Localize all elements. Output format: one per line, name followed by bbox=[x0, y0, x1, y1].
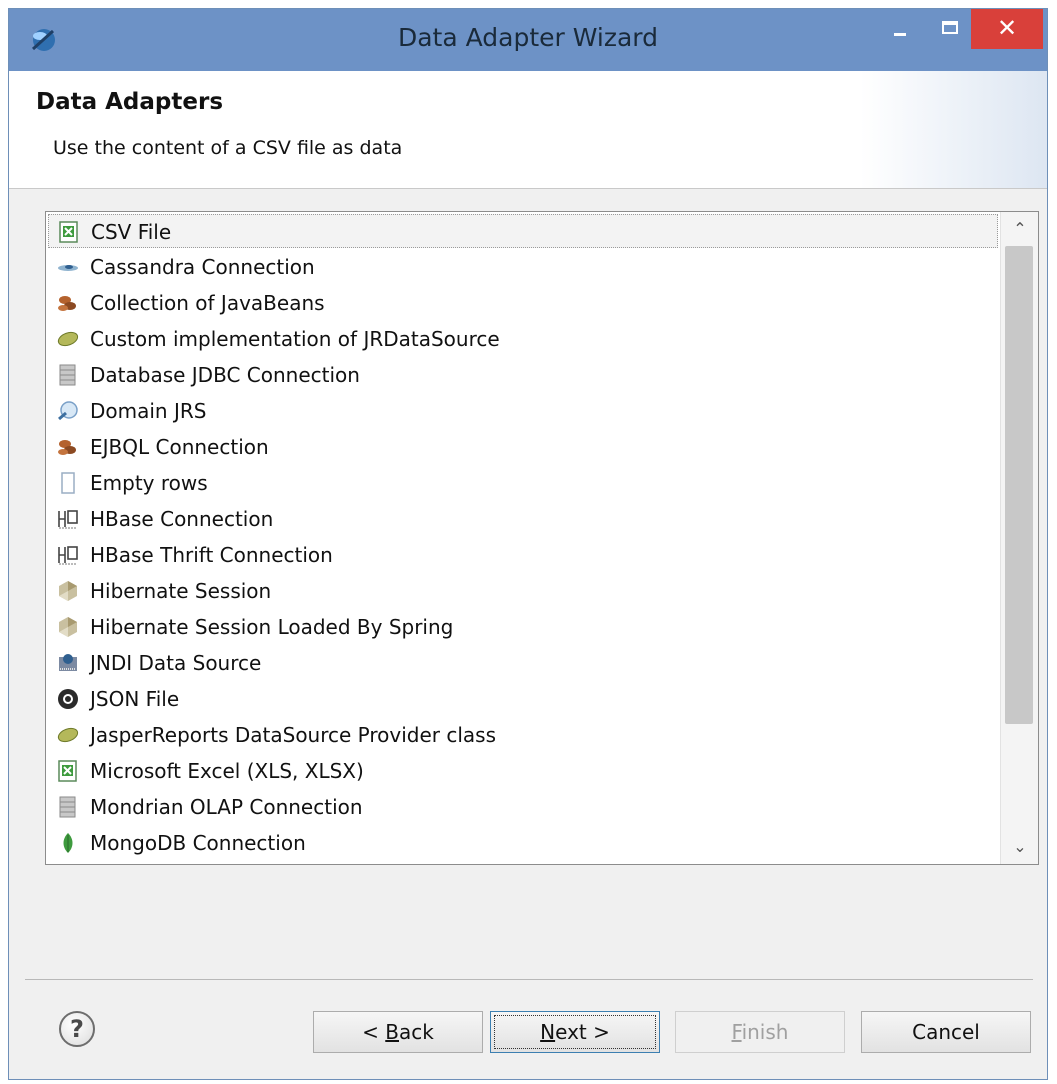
wizard-window: Data Adapter Wizard ✕ Data Adapters Use … bbox=[8, 8, 1048, 1080]
maximize-button[interactable] bbox=[925, 9, 975, 49]
page-description: Use the content of a CSV file as data bbox=[53, 137, 403, 159]
minimize-icon bbox=[894, 33, 906, 36]
adapter-item-label: CSV File bbox=[91, 220, 172, 244]
hbase-icon bbox=[58, 546, 78, 565]
vertical-scrollbar[interactable]: ⌃ ⌄ bbox=[1000, 212, 1038, 864]
adapter-item-label: Collection of JavaBeans bbox=[90, 291, 325, 315]
database-icon bbox=[59, 364, 76, 386]
scroll-thumb[interactable] bbox=[1005, 246, 1033, 724]
bean-icon bbox=[57, 331, 79, 347]
adapter-list-items: CSV File Cassandra Connection Collection o… bbox=[46, 212, 1000, 864]
maximize-icon bbox=[942, 21, 958, 34]
adapter-item[interactable]: JasperReports DataSource Provider class bbox=[48, 718, 998, 752]
adapter-list[interactable]: CSV File Cassandra Connection Collection o… bbox=[45, 211, 1039, 865]
adapter-item-label: JasperReports DataSource Provider class bbox=[90, 723, 497, 747]
adapter-item-label: JNDI Data Source bbox=[90, 651, 262, 675]
adapter-item-label: Cassandra Connection bbox=[90, 255, 315, 279]
adapter-item[interactable]: Microsoft Excel (XLS, XLSX) bbox=[48, 754, 998, 788]
spreadsheet-icon bbox=[59, 221, 78, 243]
next-mnemonic: N bbox=[540, 1020, 556, 1044]
cancel-button[interactable]: Cancel bbox=[861, 1011, 1031, 1053]
cassandra-eye-icon bbox=[58, 265, 78, 271]
next-button[interactable]: Next > bbox=[490, 1011, 660, 1053]
adapter-item-label: Database JDBC Connection bbox=[90, 363, 360, 387]
adapter-item[interactable]: HBase Thrift Connection bbox=[48, 538, 998, 572]
adapter-item[interactable]: Empty rows bbox=[48, 466, 998, 500]
finish-mnemonic: F bbox=[731, 1020, 742, 1044]
adapter-item[interactable]: Collection of JavaBeans bbox=[48, 286, 998, 320]
help-button[interactable]: ? bbox=[59, 1011, 95, 1047]
close-icon: ✕ bbox=[996, 14, 1018, 42]
adapter-item[interactable]: JNDI Data Source bbox=[48, 646, 998, 680]
adapter-item-label: Custom implementation of JRDataSource bbox=[90, 327, 500, 351]
hbase-icon bbox=[58, 510, 78, 529]
bean-icon bbox=[57, 727, 79, 743]
adapter-item[interactable]: JSON File bbox=[48, 682, 998, 716]
back-prefix: < bbox=[362, 1020, 386, 1044]
back-button[interactable]: < Back bbox=[313, 1011, 483, 1053]
adapter-item[interactable]: EJBQL Connection bbox=[48, 430, 998, 464]
mongodb-leaf-icon bbox=[63, 833, 73, 853]
empty-rows-icon bbox=[61, 472, 75, 494]
adapter-item[interactable]: Hibernate Session bbox=[48, 574, 998, 608]
adapter-item[interactable]: HBase Connection bbox=[48, 502, 998, 536]
adapter-item-label: MongoDB Connection bbox=[90, 831, 306, 855]
minimize-button[interactable] bbox=[875, 9, 925, 49]
adapter-item[interactable]: Mondrian OLAP Connection bbox=[48, 790, 998, 824]
hibernate-icon bbox=[59, 581, 77, 601]
adapter-item-label: Hibernate Session bbox=[90, 579, 272, 603]
scroll-down-button[interactable]: ⌄ bbox=[1001, 830, 1039, 864]
adapter-item-label: Mondrian OLAP Connection bbox=[90, 795, 363, 819]
spreadsheet-icon bbox=[58, 760, 77, 782]
hibernate-icon bbox=[59, 617, 77, 637]
finish-label-rest: inish bbox=[741, 1020, 789, 1044]
adapter-item[interactable]: Domain JRS bbox=[48, 394, 998, 428]
json-icon bbox=[58, 689, 78, 709]
scroll-up-button[interactable]: ⌃ bbox=[1001, 212, 1039, 246]
adapter-item-label: Hibernate Session Loaded By Spring bbox=[90, 615, 454, 639]
adapter-item[interactable]: Custom implementation of JRDataSource bbox=[48, 322, 998, 356]
adapter-item-label: Empty rows bbox=[90, 471, 208, 495]
adapter-item[interactable]: CSV File bbox=[48, 214, 998, 248]
database-icon bbox=[59, 796, 76, 818]
adapter-item[interactable]: Hibernate Session Loaded By Spring bbox=[48, 610, 998, 644]
jndi-icon bbox=[59, 654, 77, 671]
adapter-item-label: JSON File bbox=[90, 687, 180, 711]
close-button[interactable]: ✕ bbox=[971, 9, 1043, 49]
adapter-item[interactable]: Database JDBC Connection bbox=[48, 358, 998, 392]
adapter-item-label: EJBQL Connection bbox=[90, 435, 269, 459]
beans-icon bbox=[58, 440, 76, 455]
back-mnemonic: B bbox=[385, 1020, 399, 1044]
beans-icon bbox=[58, 296, 76, 311]
adapter-item-label: Domain JRS bbox=[90, 399, 207, 423]
back-label-rest: ack bbox=[399, 1020, 434, 1044]
adapter-item[interactable]: Cassandra Connection bbox=[48, 250, 998, 284]
wizard-header: Data Adapters Use the content of a CSV f… bbox=[9, 71, 1047, 189]
footer-divider bbox=[25, 979, 1033, 980]
adapter-item[interactable]: MongoDB Connection bbox=[48, 826, 998, 860]
adapter-item-label: HBase Thrift Connection bbox=[90, 543, 333, 567]
adapter-item-label: HBase Connection bbox=[90, 507, 274, 531]
title-bar[interactable]: Data Adapter Wizard ✕ bbox=[9, 9, 1047, 71]
adapter-item-label: Microsoft Excel (XLS, XLSX) bbox=[90, 759, 364, 783]
next-label-rest: ext > bbox=[555, 1020, 610, 1044]
finish-button[interactable]: Finish bbox=[675, 1011, 845, 1053]
page-title: Data Adapters bbox=[36, 89, 224, 115]
domain-icon bbox=[58, 401, 78, 421]
